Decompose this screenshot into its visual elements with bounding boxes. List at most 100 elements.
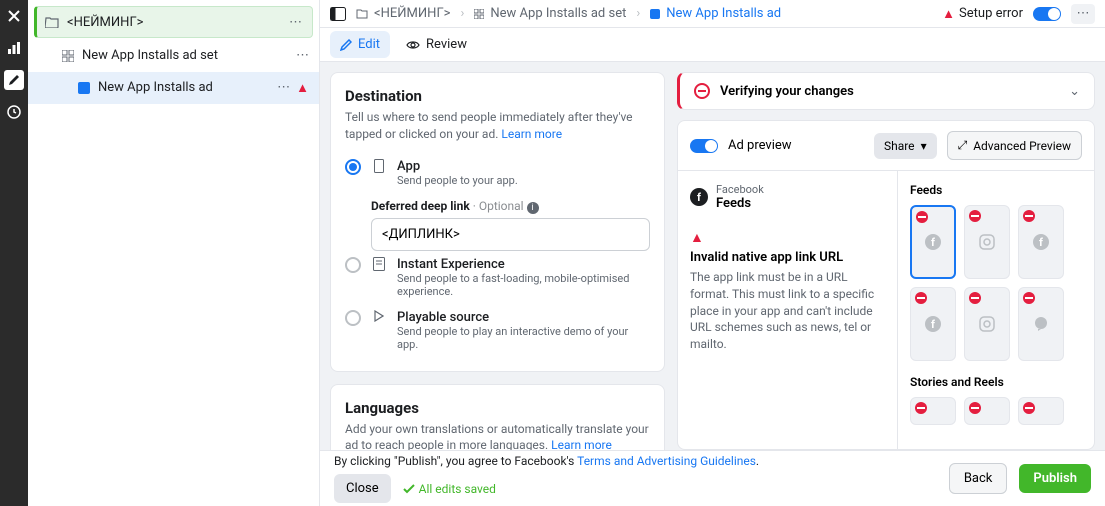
verify-banner[interactable]: Verifying your changes ⌄ [677,72,1095,110]
preview-head: Ad preview Share▾ ⤢Advanced Preview [678,121,1094,171]
languages-title: Languages [345,399,650,417]
placement-thumb[interactable] [964,397,1010,425]
preview-error-body: The app link must be in a URL format. Th… [690,269,885,353]
messenger-icon [1033,316,1049,332]
chevron-down-icon[interactable]: ⌄ [1069,84,1080,99]
languages-desc: Add your own translations or automatical… [345,421,650,450]
preview-placement-label: Feeds [716,196,764,211]
tree-adset-label: New App Installs ad set [82,48,290,63]
setup-error-badge: ▲ Setup error [942,6,1023,22]
placement-thumb[interactable]: f [910,287,956,361]
radio-unchecked-icon [345,257,361,273]
tree-campaign-row[interactable]: <НЕЙМИНГ> ⋯ [34,6,313,38]
tab-review[interactable]: Review [396,31,477,58]
thumb-error-icon [969,210,981,222]
ad-active-toggle[interactable] [1033,7,1061,21]
radio-instant[interactable]: Instant Experience Send people to a fast… [345,251,650,304]
destination-card: Destination Tell us where to send people… [330,72,665,372]
preview-card: Ad preview Share▾ ⤢Advanced Preview f Fa… [677,120,1095,450]
placement-thumb[interactable] [910,397,956,425]
svg-text:f: f [931,318,935,331]
thumb-error-icon [969,402,981,414]
footer-bar: By clicking "Publish", you agree to Face… [320,450,1105,506]
thumb-error-icon [1023,402,1035,414]
facebook-icon: f [1033,234,1049,250]
destination-desc: Tell us where to send people immediately… [345,109,650,143]
radio-instant-sub: Send people to a fast-loading, mobile-op… [397,272,650,298]
crumb-ad[interactable]: New App Installs ad [650,6,781,21]
destination-learn-more-link[interactable]: Learn more [501,127,562,141]
preview-error-panel: f Facebook Feeds ▲ Invalid native app li… [678,171,898,450]
left-rail [0,0,28,506]
preview-platform-label: Facebook [716,183,764,196]
facebook-icon: f [925,234,941,250]
panel-toggle-icon[interactable] [330,7,346,21]
close-button[interactable]: Close [334,474,391,503]
chevron-right-icon: › [636,6,640,21]
placement-thumb[interactable] [964,205,1010,279]
header-more-button[interactable]: ⋯ [1071,4,1095,24]
clock-icon[interactable] [4,102,24,122]
radio-playable[interactable]: Playable source Send people to play an i… [345,304,650,357]
share-button[interactable]: Share▾ [874,133,937,159]
tree-adset-row[interactable]: New App Installs ad set ⋯ [28,40,319,72]
placement-thumb[interactable]: f [1018,205,1064,279]
deeplink-input[interactable] [371,218,650,251]
radio-playable-title: Playable source [397,310,650,325]
crumb-adset-label: New App Installs ad set [490,6,626,21]
close-icon[interactable] [4,6,24,26]
folder-icon [45,16,59,28]
main-area: <НЕЙМИНГ> › New App Installs ad set › Ne… [320,0,1105,450]
placement-thumb[interactable] [1018,397,1064,425]
terms-link[interactable]: Terms and Advertising Guidelines [577,454,756,468]
preview-error-title: Invalid native app link URL [690,250,885,265]
crumb-campaign[interactable]: <НЕЙМИНГ> [356,6,450,21]
pencil-icon[interactable] [4,70,24,90]
tab-review-label: Review [426,37,467,52]
radio-app-title: App [397,159,518,174]
verify-error-icon [694,83,710,99]
section-feeds-title: Feeds [910,183,1082,197]
crumb-adset[interactable]: New App Installs ad set [474,6,626,21]
ad-icon [78,82,90,94]
radio-app[interactable]: App Send people to your app. [345,153,650,193]
caret-down-icon: ▾ [921,139,927,153]
tree-ad-row[interactable]: New App Installs ad ⋯ ▲ [28,72,319,104]
facebook-icon: f [925,316,941,332]
thumb-error-icon [969,292,981,304]
error-triangle-icon: ▲ [690,229,885,246]
preview-title: Ad preview [728,138,864,153]
advanced-preview-button[interactable]: ⤢Advanced Preview [947,131,1082,160]
placement-thumb[interactable]: f [910,205,956,279]
campaign-tree: <НЕЙМИНГ> ⋯ New App Installs ad set ⋯ Ne… [28,0,320,506]
languages-card: Languages Add your own translations or a… [330,384,665,450]
verify-title: Verifying your changes [720,84,1059,99]
chart-icon[interactable] [4,38,24,58]
deferred-label: Deferred deep link · Optional i [371,199,650,214]
languages-learn-more-link[interactable]: Learn more [551,438,612,450]
more-icon[interactable]: ⋯ [296,48,309,63]
placement-thumb[interactable] [1018,287,1064,361]
warning-icon: ▲ [296,80,309,96]
saved-indicator: All edits saved [403,482,496,496]
tab-edit[interactable]: Edit [330,31,390,58]
more-icon[interactable]: ⋯ [289,15,302,30]
placement-thumb[interactable] [964,287,1010,361]
setup-error-label: Setup error [959,6,1023,21]
preview-column: Verifying your changes ⌄ Ad preview Shar… [677,72,1095,450]
radio-checked-icon [345,159,361,175]
thumb-error-icon [1023,210,1035,222]
footer-agreement: By clicking "Publish", you agree to Face… [334,454,759,468]
play-icon [371,310,387,351]
info-icon[interactable]: i [527,202,539,214]
publish-button[interactable]: Publish [1019,464,1091,493]
instant-icon [371,257,387,298]
back-button[interactable]: Back [949,463,1008,494]
preview-toggle[interactable] [690,139,718,153]
radio-app-sub: Send people to your app. [397,174,518,187]
thumb-error-icon [915,292,927,304]
tab-edit-label: Edit [358,37,380,52]
crumb-ad-label: New App Installs ad [666,6,781,21]
section-stories-title: Stories and Reels [910,375,1082,389]
more-icon[interactable]: ⋯ [277,80,290,95]
